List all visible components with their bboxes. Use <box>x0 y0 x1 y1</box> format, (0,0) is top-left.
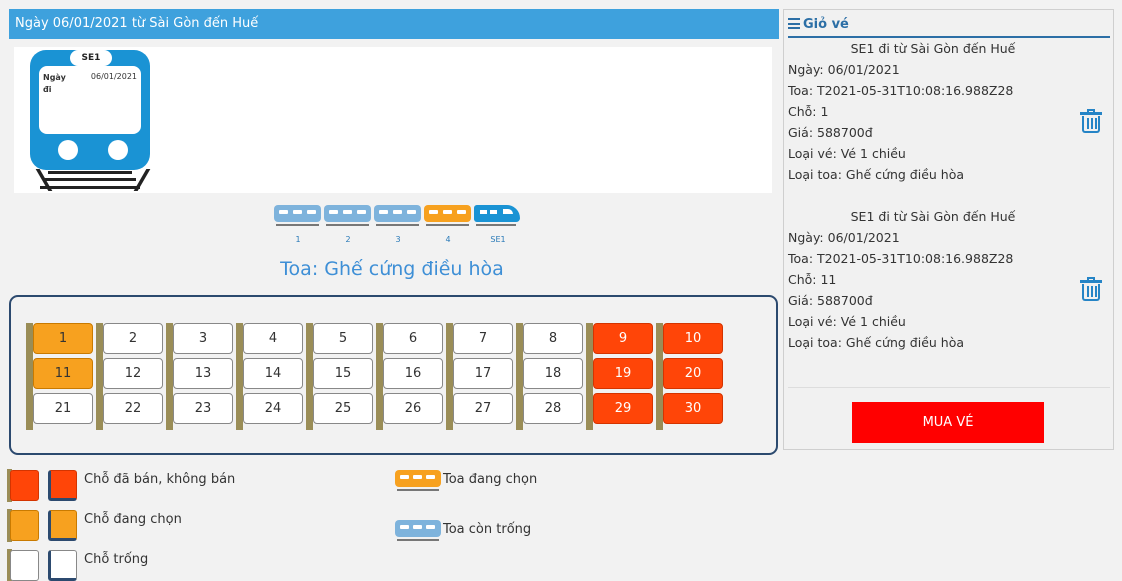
ticket-seat: Chỗ: 1 <box>788 104 829 119</box>
seat-11[interactable]: 11 <box>33 358 93 389</box>
trash-icon[interactable] <box>1078 109 1104 135</box>
seat-30: 30 <box>663 393 723 424</box>
page: Ngày 06/01/2021 từ Sài Gòn đến Huế SE1 N… <box>0 0 1122 581</box>
list-icon <box>788 18 800 29</box>
seat-27[interactable]: 27 <box>453 393 513 424</box>
coach-label: 1 <box>295 235 301 244</box>
ticket-coach-type: Loại toa: Ghế cứng điều hòa <box>788 167 965 182</box>
seat-16[interactable]: 16 <box>383 358 443 389</box>
train-code: SE1 <box>70 50 112 66</box>
seat-back <box>376 323 383 430</box>
ticket-route: SE1 đi từ Sài Gòn đến Huế <box>850 209 1016 224</box>
seat-back <box>306 323 313 430</box>
seat-19: 19 <box>593 358 653 389</box>
seat-2[interactable]: 2 <box>103 323 163 354</box>
seat-back <box>236 323 243 430</box>
coach-label: SE1 <box>490 235 506 244</box>
cart-ticket: SE1 đi từ Sài Gòn đến Huế Ngày: 06/01/20… <box>788 206 1110 353</box>
legend-sold-bed <box>48 470 77 501</box>
seat-20: 20 <box>663 358 723 389</box>
legend-sold-seat <box>10 470 39 501</box>
seat-back <box>26 323 33 430</box>
coach-label: 2 <box>345 235 351 244</box>
coach-4[interactable]: 4 <box>424 203 472 248</box>
seat-10: 10 <box>663 323 723 354</box>
seat-9: 9 <box>593 323 653 354</box>
legend-coach-selected-icon <box>395 470 441 491</box>
seat-back <box>586 323 593 430</box>
seat-back <box>656 323 663 430</box>
departure-label: Ngày đi <box>43 73 66 94</box>
coach-label: 3 <box>395 235 401 244</box>
departure-date: 06/01/2021 <box>90 72 137 81</box>
ticket-cart: Giỏ vé SE1 đi từ Sài Gòn đến Huế Ngày: 0… <box>783 9 1114 450</box>
trip-header: Ngày 06/01/2021 từ Sài Gòn đến Huế <box>9 9 779 39</box>
seat-6[interactable]: 6 <box>383 323 443 354</box>
ticket-date: Ngày: 06/01/2021 <box>788 230 900 245</box>
ticket-type: Loại vé: Vé 1 chiều <box>788 314 906 329</box>
seat-26[interactable]: 26 <box>383 393 443 424</box>
seat-13[interactable]: 13 <box>173 358 233 389</box>
seat-8[interactable]: 8 <box>523 323 583 354</box>
ticket-route: SE1 đi từ Sài Gòn đến Huế <box>850 41 1016 56</box>
legend-selected-bed <box>48 510 77 541</box>
coach-label: 4 <box>445 235 451 244</box>
seat-24[interactable]: 24 <box>243 393 303 424</box>
seat-12[interactable]: 12 <box>103 358 163 389</box>
buy-ticket-button[interactable]: MUA VÉ <box>852 402 1044 443</box>
ticket-price: Giá: 588700đ <box>788 125 873 140</box>
cart-ticket: SE1 đi từ Sài Gòn đến Huế Ngày: 06/01/20… <box>788 38 1110 185</box>
seat-28[interactable]: 28 <box>523 393 583 424</box>
seat-25[interactable]: 25 <box>313 393 373 424</box>
ticket-seat: Chỗ: 11 <box>788 272 837 287</box>
ticket-coach: Toa: T2021-05-31T10:08:16.988Z28 <box>788 83 1014 98</box>
seat-back <box>516 323 523 430</box>
seat-4[interactable]: 4 <box>243 323 303 354</box>
coach-2[interactable]: 2 <box>324 203 372 248</box>
seat-back <box>446 323 453 430</box>
ticket-coach: Toa: T2021-05-31T10:08:16.988Z28 <box>788 251 1014 266</box>
legend-coach-selected-text: Toa đang chọn <box>443 472 538 487</box>
locomotive[interactable]: SE1 <box>474 203 522 248</box>
seat-back <box>166 323 173 430</box>
trash-icon[interactable] <box>1078 277 1104 303</box>
seat-17[interactable]: 17 <box>453 358 513 389</box>
seat-15[interactable]: 15 <box>313 358 373 389</box>
ticket-type: Loại vé: Vé 1 chiều <box>788 146 906 161</box>
cart-title: Giỏ vé <box>788 17 849 32</box>
seat-map: 1 2 3 4 5 6 7 8 9 10 11 12 13 14 15 16 17 18 19 20 21 22 23 24 2… <box>9 295 778 455</box>
train-info-panel: SE1 Ngày đi 06/01/2021 <box>14 47 772 193</box>
seat-22[interactable]: 22 <box>103 393 163 424</box>
legend-coach-free-icon <box>395 520 441 541</box>
legend-coach-free-text: Toa còn trống <box>443 522 532 537</box>
seat-23[interactable]: 23 <box>173 393 233 424</box>
train-icon[interactable]: SE1 Ngày đi 06/01/2021 <box>28 47 156 193</box>
seat-1[interactable]: 1 <box>33 323 93 354</box>
seat-3[interactable]: 3 <box>173 323 233 354</box>
seat-back <box>96 323 103 430</box>
seat-29: 29 <box>593 393 653 424</box>
ticket-date: Ngày: 06/01/2021 <box>788 62 900 77</box>
seat-7[interactable]: 7 <box>453 323 513 354</box>
seat-21[interactable]: 21 <box>33 393 93 424</box>
ticket-price: Giá: 588700đ <box>788 293 873 308</box>
legend-selected-seat <box>10 510 39 541</box>
cart-title-label: Giỏ vé <box>803 17 849 32</box>
legend-free-bed <box>48 550 77 581</box>
coach-selector: 1 2 3 4 SE1 <box>274 203 534 248</box>
seat-14[interactable]: 14 <box>243 358 303 389</box>
legend-selected-text: Chỗ đang chọn <box>84 512 182 527</box>
seat-5[interactable]: 5 <box>313 323 373 354</box>
coach-type-title: Toa: Ghế cứng điều hòa <box>280 258 504 280</box>
legend-free-seat <box>10 550 39 581</box>
coach-1[interactable]: 1 <box>274 203 322 248</box>
legend-free-text: Chỗ trống <box>84 552 149 567</box>
legend-sold-text: Chỗ đã bán, không bán <box>84 472 236 487</box>
ticket-coach-type: Loại toa: Ghế cứng điều hòa <box>788 335 965 350</box>
seat-18[interactable]: 18 <box>523 358 583 389</box>
coach-3[interactable]: 3 <box>374 203 422 248</box>
